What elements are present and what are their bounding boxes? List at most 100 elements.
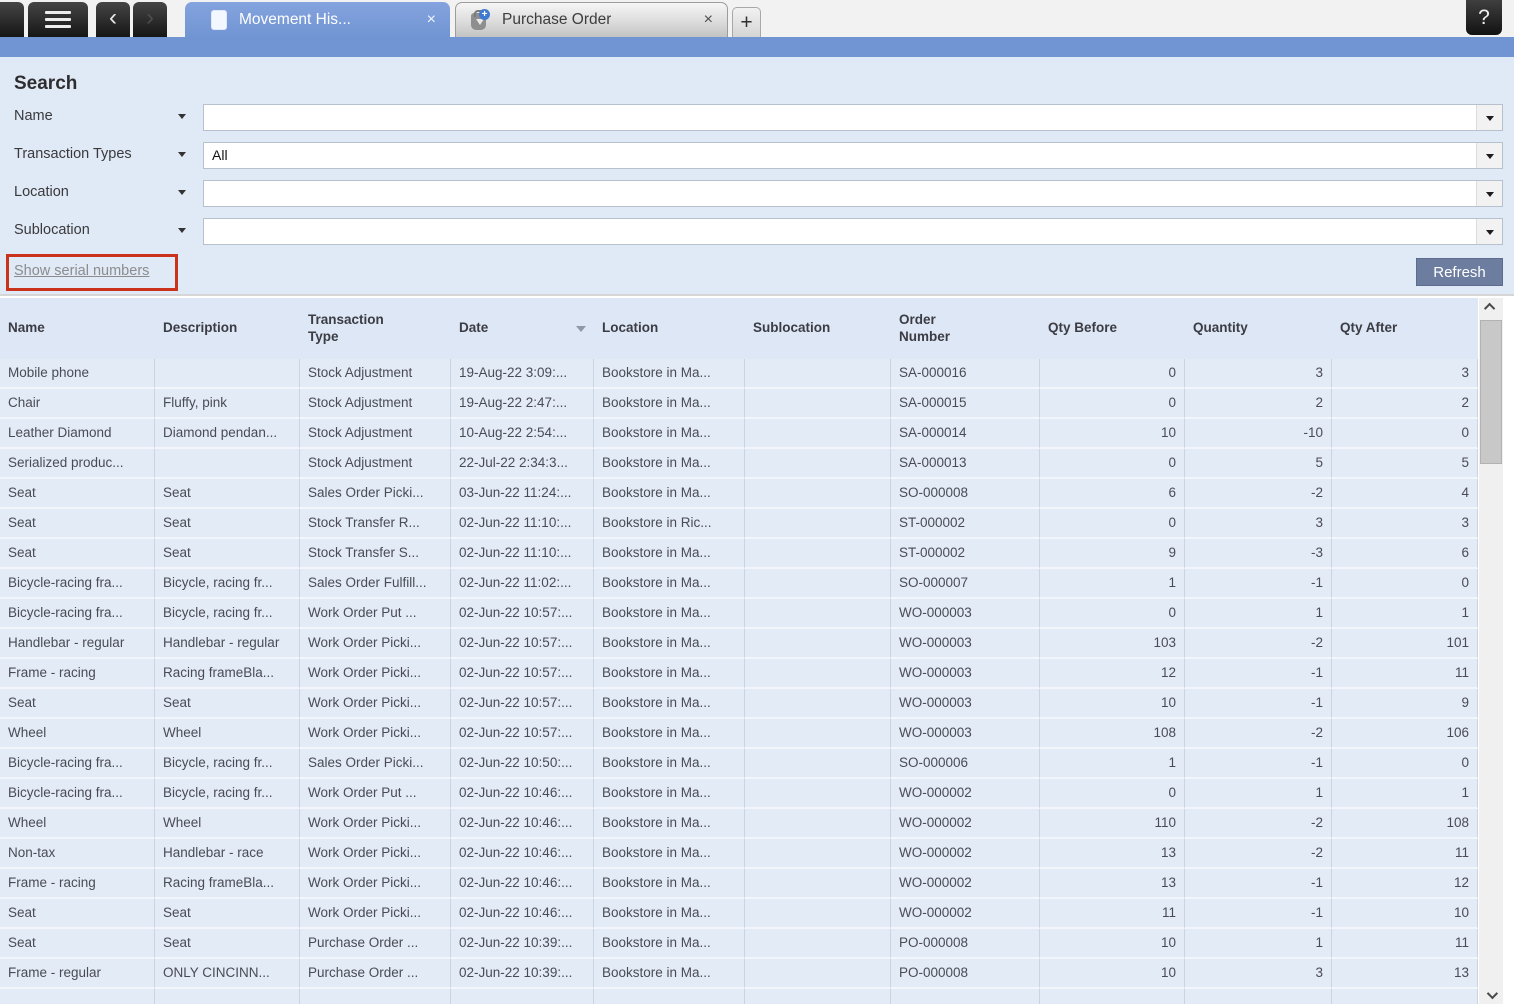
help-icon: ?: [1478, 6, 1490, 30]
close-icon[interactable]: ×: [704, 11, 713, 29]
column-header-location[interactable]: Location: [594, 298, 745, 359]
cell-transaction-type: Work Order Picki...: [300, 809, 451, 839]
table-row[interactable]: Bicycle-racing fra...Bicycle, racing fr.…: [0, 599, 1478, 629]
cell-order-number: ST-000002: [891, 539, 1040, 569]
table-row[interactable]: Handlebar - regularHandlebar - regularWo…: [0, 629, 1478, 659]
table-row-partial[interactable]: [0, 989, 1478, 1004]
table-row[interactable]: SeatSeatWork Order Picki...02-Jun-22 10:…: [0, 689, 1478, 719]
cell-date: 02-Jun-22 10:46:...: [451, 809, 594, 839]
column-header-date[interactable]: Date: [451, 298, 594, 359]
cell-description: Wheel: [155, 719, 300, 749]
column-header-qty-before[interactable]: Qty Before: [1040, 298, 1185, 359]
column-header-transaction-type[interactable]: Transaction Type: [300, 298, 451, 359]
cell-date: 03-Jun-22 11:24:...: [451, 479, 594, 509]
show-serial-numbers-link[interactable]: Show serial numbers: [14, 263, 149, 279]
table-row[interactable]: SeatSeatPurchase Order ...02-Jun-22 10:3…: [0, 929, 1478, 959]
table-row[interactable]: Frame - regularONLY CINCINN...Purchase O…: [0, 959, 1478, 989]
cell-order-number: SA-000016: [891, 359, 1040, 389]
table-row[interactable]: SeatSeatStock Transfer R...02-Jun-22 11:…: [0, 509, 1478, 539]
table-row[interactable]: SeatSeatStock Transfer S...02-Jun-22 11:…: [0, 539, 1478, 569]
table-row[interactable]: Serialized produc...Stock Adjustment22-J…: [0, 449, 1478, 479]
table-row[interactable]: Bicycle-racing fra...Bicycle, racing fr.…: [0, 749, 1478, 779]
movement-history-table: NameDescriptionTransaction TypeDateLocat…: [0, 296, 1514, 1004]
cell-qty-after: 1: [1332, 599, 1478, 629]
cell-quantity: [1185, 989, 1332, 1004]
location-input[interactable]: [203, 180, 1503, 207]
dropdown-button[interactable]: [1476, 219, 1502, 244]
cell-quantity: 5: [1185, 449, 1332, 479]
table-row[interactable]: Frame - racingRacing frameBla...Work Ord…: [0, 869, 1478, 899]
tab-movement-history[interactable]: Movement His... ×: [185, 2, 450, 37]
table-row[interactable]: Frame - racingRacing frameBla...Work Ord…: [0, 659, 1478, 689]
refresh-button[interactable]: Refresh: [1416, 258, 1503, 286]
cell-sublocation: [745, 749, 891, 779]
field-selector-sublocation[interactable]: Sublocation: [14, 218, 199, 245]
column-header-sublocation[interactable]: Sublocation: [745, 298, 891, 359]
purchase-order-icon: +: [470, 9, 490, 31]
column-header-name[interactable]: Name: [0, 298, 155, 359]
cell-description: Bicycle, racing fr...: [155, 569, 300, 599]
close-icon[interactable]: ×: [427, 11, 436, 29]
column-header-quantity[interactable]: Quantity: [1185, 298, 1332, 359]
scroll-up-button[interactable]: [1479, 298, 1503, 316]
cell-location: Bookstore in Ric...: [594, 509, 745, 539]
table-row[interactable]: WheelWheelWork Order Picki...02-Jun-22 1…: [0, 809, 1478, 839]
table-row[interactable]: Non-taxHandlebar - raceWork Order Picki.…: [0, 839, 1478, 869]
forward-button[interactable]: ›: [133, 2, 167, 37]
field-label: Sublocation: [14, 222, 90, 238]
table-row[interactable]: Bicycle-racing fra...Bicycle, racing fr.…: [0, 779, 1478, 809]
name-input[interactable]: [203, 104, 1503, 131]
column-header-order-number[interactable]: Order Number: [891, 298, 1040, 359]
scroll-down-button[interactable]: [1479, 986, 1503, 1004]
menu-button[interactable]: [28, 2, 88, 37]
cell-qty-after: 0: [1332, 419, 1478, 449]
table-row[interactable]: WheelWheelWork Order Picki...02-Jun-22 1…: [0, 719, 1478, 749]
new-tab-button[interactable]: +: [732, 7, 761, 37]
cell-transaction-type: Work Order Picki...: [300, 839, 451, 869]
column-header-qty-after[interactable]: Qty After: [1332, 298, 1478, 359]
cell-quantity: -2: [1185, 719, 1332, 749]
tab-purchase-order[interactable]: + Purchase Order ×: [455, 2, 728, 37]
cell-qty-after: 0: [1332, 749, 1478, 779]
table-row[interactable]: Mobile phoneStock Adjustment19-Aug-22 3:…: [0, 359, 1478, 389]
field-selector-transaction-types[interactable]: Transaction Types: [14, 142, 199, 169]
cell-qty-after: 6: [1332, 539, 1478, 569]
transaction-types-input[interactable]: All: [203, 142, 1503, 169]
cell-description: Seat: [155, 509, 300, 539]
dropdown-button[interactable]: [1476, 143, 1502, 168]
column-header-description[interactable]: Description: [155, 298, 300, 359]
scroll-up-icon: [1484, 303, 1495, 314]
cell-transaction-type: Work Order Picki...: [300, 629, 451, 659]
dropdown-button[interactable]: [1476, 105, 1502, 130]
table-row[interactable]: Bicycle-racing fra...Bicycle, racing fr.…: [0, 569, 1478, 599]
cell-name: Mobile phone: [0, 359, 155, 389]
cell-date: 10-Aug-22 2:54:...: [451, 419, 594, 449]
column-label: Sublocation: [753, 320, 830, 337]
table-body: Mobile phoneStock Adjustment19-Aug-22 3:…: [0, 359, 1478, 1004]
cell-location: Bookstore in Ma...: [594, 389, 745, 419]
table-row[interactable]: SeatSeatSales Order Picki...03-Jun-22 11…: [0, 479, 1478, 509]
cell-name: Bicycle-racing fra...: [0, 569, 155, 599]
sublocation-input[interactable]: [203, 218, 1503, 245]
table-row[interactable]: SeatSeatWork Order Picki...02-Jun-22 10:…: [0, 899, 1478, 929]
cell-description: Seat: [155, 929, 300, 959]
cell-name: Non-tax: [0, 839, 155, 869]
cell-transaction-type: Work Order Picki...: [300, 689, 451, 719]
cell-quantity: 2: [1185, 389, 1332, 419]
tab-label: Purchase Order: [502, 11, 611, 29]
field-selector-name[interactable]: Name: [14, 104, 199, 131]
dropdown-button[interactable]: [1476, 181, 1502, 206]
cell-description: ONLY CINCINN...: [155, 959, 300, 989]
cell-qty-before: [1040, 989, 1185, 1004]
vertical-scrollbar[interactable]: [1479, 298, 1503, 1004]
cell-quantity: -1: [1185, 569, 1332, 599]
back-button[interactable]: ‹: [96, 2, 130, 37]
table-row[interactable]: ChairFluffy, pinkStock Adjustment19-Aug-…: [0, 389, 1478, 419]
cell-qty-before: 11: [1040, 899, 1185, 929]
help-button[interactable]: ?: [1466, 0, 1502, 35]
scrollbar-thumb[interactable]: [1480, 320, 1502, 464]
table-row[interactable]: Leather DiamondDiamond pendan...Stock Ad…: [0, 419, 1478, 449]
field-selector-location[interactable]: Location: [14, 180, 199, 207]
cell-order-number: WO-000003: [891, 629, 1040, 659]
cell-location: Bookstore in Ma...: [594, 449, 745, 479]
